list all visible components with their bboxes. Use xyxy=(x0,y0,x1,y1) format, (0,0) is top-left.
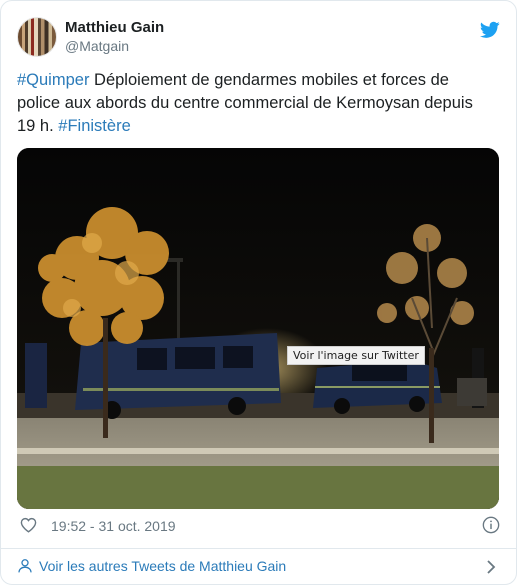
twitter-bird-icon[interactable] xyxy=(480,21,500,39)
tweet-card: Matthieu Gain @Matgain #Quimper Déploiem… xyxy=(0,0,517,585)
avatar[interactable] xyxy=(17,17,57,57)
view-image-button[interactable]: Voir l'image sur Twitter xyxy=(287,346,425,365)
author-name[interactable]: Matthieu Gain xyxy=(65,19,164,36)
tweet-meta: 19:52 - 31 oct. 2019 xyxy=(17,515,500,537)
author-handle[interactable]: @Matgain xyxy=(65,38,129,54)
info-icon[interactable] xyxy=(482,516,500,534)
tweet-timestamp[interactable]: 19:52 - 31 oct. 2019 xyxy=(51,518,176,534)
heart-icon[interactable] xyxy=(20,517,37,533)
person-icon xyxy=(18,559,32,573)
hashtag-finistere[interactable]: #Finistère xyxy=(58,117,130,135)
tweet-photo[interactable]: Voir l'image sur Twitter xyxy=(17,148,499,509)
divider xyxy=(1,548,516,549)
chevron-right-icon[interactable] xyxy=(486,559,496,575)
tweet-header: Matthieu Gain @Matgain xyxy=(17,17,500,57)
footer-more-tweets[interactable]: Voir les autres Tweets de Matthieu Gain xyxy=(17,556,500,578)
night-scene-photo xyxy=(17,148,499,509)
tweet-text: #Quimper Déploiement de gendarmes mobile… xyxy=(17,69,487,138)
hashtag-quimper[interactable]: #Quimper xyxy=(17,71,89,89)
more-tweets-link[interactable]: Voir les autres Tweets de Matthieu Gain xyxy=(39,558,286,574)
